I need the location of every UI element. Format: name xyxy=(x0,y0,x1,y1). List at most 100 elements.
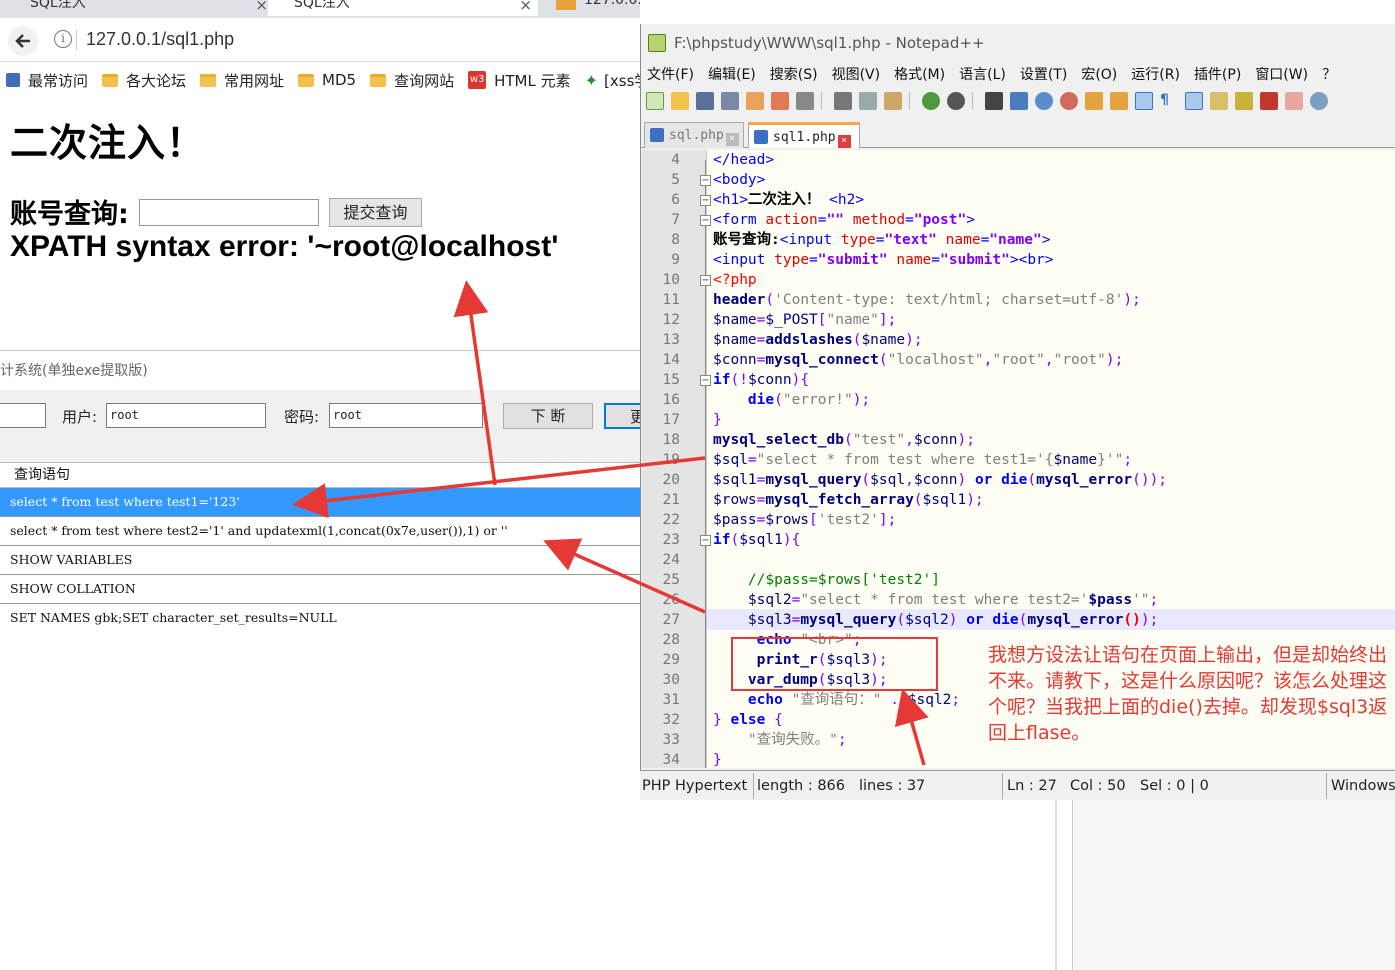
code-line[interactable]: $rows=mysql_fetch_array($sql1); xyxy=(713,490,984,510)
menu-plugins[interactable]: 插件(P) xyxy=(1194,64,1241,86)
code-line[interactable]: $pass=$rows['test2']; xyxy=(713,510,896,530)
bookmark-common-sites[interactable]: 常用网址 xyxy=(200,70,284,91)
code-line[interactable]: if($sql1){ xyxy=(713,530,800,550)
browser-tab[interactable]: 127.0.0.1 / localhost / t... xyxy=(548,0,640,16)
code-line[interactable]: $sql1=mysql_query($sql,$conn) or die(mys… xyxy=(713,470,1167,490)
map-icon[interactable] xyxy=(1235,92,1253,110)
code-line[interactable]: 账号查询:<input type="text" name="name"> xyxy=(713,230,1050,250)
bookmark-query-sites[interactable]: 查询网站 xyxy=(370,70,454,91)
menu-help[interactable]: ？ xyxy=(1322,64,1336,86)
code-line[interactable]: $name=$_POST["name"]; xyxy=(713,310,896,330)
close-icon[interactable]: × xyxy=(519,0,532,14)
account-input[interactable] xyxy=(139,199,319,226)
bookmark-forums[interactable]: 各大论坛 xyxy=(102,70,186,91)
fold-toggle-icon[interactable]: − xyxy=(700,535,711,546)
code-line[interactable]: </head> xyxy=(713,150,774,170)
code-line[interactable]: $sql2="select * from test where test2='$… xyxy=(713,590,1158,610)
close-icon[interactable]: × xyxy=(725,133,739,146)
code-line[interactable]: <h1>二次注入！ <h2> xyxy=(713,190,864,210)
table-row[interactable]: select * from test where test2='1' and u… xyxy=(0,517,641,546)
paste-icon[interactable] xyxy=(884,92,902,110)
code-line[interactable]: <form action="" method="post"> xyxy=(713,210,975,230)
user-field[interactable]: root xyxy=(106,403,266,428)
code-line[interactable]: echo "查询语句：" . $sql2; xyxy=(713,690,960,710)
zoom-in-icon[interactable] xyxy=(1035,92,1053,110)
close-icon[interactable]: × xyxy=(255,0,268,14)
tab-sql-php[interactable]: sql.php × xyxy=(644,122,744,148)
find-icon[interactable] xyxy=(985,92,1003,110)
menu-view[interactable]: 视图(V) xyxy=(832,64,881,86)
close-all-icon[interactable] xyxy=(771,92,789,110)
lang-icon[interactable] xyxy=(1210,92,1228,110)
code-line[interactable]: } else { xyxy=(713,710,783,730)
browser-tab[interactable]: SQL注入 × xyxy=(4,0,274,16)
save-icon[interactable] xyxy=(696,92,714,110)
code-line[interactable]: <input type="submit" name="submit"><br> xyxy=(713,250,1054,270)
folder-workspace-icon[interactable] xyxy=(1285,92,1303,110)
table-row[interactable]: SET NAMES gbk;SET character_set_results=… xyxy=(0,604,641,633)
menu-language[interactable]: 语言(L) xyxy=(959,64,1006,86)
code-line[interactable]: $sql3=mysql_query($sql2) or die(mysql_er… xyxy=(713,610,1158,630)
table-row[interactable]: select * from test where test1='123' xyxy=(0,488,641,517)
print-icon[interactable] xyxy=(796,92,814,110)
menu-file[interactable]: 文件(F) xyxy=(647,64,694,86)
back-button[interactable] xyxy=(8,26,38,56)
menu-run[interactable]: 运行(R) xyxy=(1131,64,1180,86)
code-line[interactable]: $name=addslashes($name); xyxy=(713,330,923,350)
tab-sql1-php[interactable]: sql1.php × xyxy=(748,122,860,148)
fold-toggle-icon[interactable]: − xyxy=(700,195,711,206)
code-line[interactable]: $conn=mysql_connect("localhost","root","… xyxy=(713,350,1123,370)
new-file-icon[interactable] xyxy=(646,92,664,110)
grid-header[interactable]: 查询语句 xyxy=(0,463,641,488)
bookmark-html-elements[interactable]: w3 HTML 元素 xyxy=(468,70,571,91)
undo-icon[interactable] xyxy=(922,92,940,110)
function-list-icon[interactable] xyxy=(1260,92,1278,110)
close-file-icon[interactable] xyxy=(746,92,764,110)
code-line[interactable]: die("error!"); xyxy=(713,390,870,410)
host-field[interactable] xyxy=(0,403,46,428)
code-line[interactable]: $sql="select * from test where test1='{$… xyxy=(713,450,1132,470)
menu-edit[interactable]: 编辑(E) xyxy=(708,64,756,86)
code-line[interactable]: if(!$conn){ xyxy=(713,370,809,390)
wrap-icon[interactable] xyxy=(1135,92,1153,110)
menu-macro[interactable]: 宏(O) xyxy=(1081,64,1117,86)
monitor-icon[interactable] xyxy=(1310,92,1328,110)
bookmark-xss[interactable]: ✦ [xss学习 xyxy=(585,70,640,91)
table-row[interactable]: SHOW VARIABLES xyxy=(0,546,641,575)
code-line[interactable]: mysql_select_db("test",$conn); xyxy=(713,430,975,450)
menu-format[interactable]: 格式(M) xyxy=(894,64,945,86)
url-input[interactable]: 127.0.0.1/sql1.php xyxy=(86,29,234,50)
sync-h-icon[interactable] xyxy=(1110,92,1128,110)
copy-icon[interactable] xyxy=(859,92,877,110)
replace-icon[interactable] xyxy=(1010,92,1028,110)
indent-guide-icon[interactable] xyxy=(1185,92,1203,110)
password-field[interactable]: root xyxy=(329,403,483,428)
sync-v-icon[interactable] xyxy=(1085,92,1103,110)
cut-icon[interactable] xyxy=(834,92,852,110)
fold-toggle-icon[interactable]: − xyxy=(700,175,711,186)
code-line[interactable]: header('Content-type: text/html; charset… xyxy=(713,290,1141,310)
code-line[interactable]: <body> xyxy=(713,170,765,190)
info-icon[interactable]: i xyxy=(54,30,72,48)
bookmark-md5[interactable]: MD5 xyxy=(298,71,356,89)
menu-search[interactable]: 搜索(S) xyxy=(770,64,818,86)
fold-toggle-icon[interactable]: − xyxy=(700,215,711,226)
fold-toggle-icon[interactable]: − xyxy=(700,375,711,386)
code-line[interactable]: } xyxy=(713,750,722,770)
code-line[interactable]: "查询失败。"; xyxy=(713,730,847,750)
menu-window[interactable]: 窗口(W) xyxy=(1255,64,1308,86)
open-file-icon[interactable] xyxy=(671,92,689,110)
bookmark-most-visited[interactable]: 最常访问 xyxy=(6,70,88,91)
pilcrow-icon[interactable]: ¶ xyxy=(1160,92,1178,110)
table-row[interactable]: SHOW COLLATION xyxy=(0,575,641,604)
zoom-out-icon[interactable] xyxy=(1060,92,1078,110)
break-button[interactable]: 下 断 xyxy=(503,403,593,429)
menu-settings[interactable]: 设置(T) xyxy=(1020,64,1067,86)
code-line[interactable]: } xyxy=(713,410,722,430)
code-line[interactable]: //$pass=$rows['test2'] xyxy=(713,570,940,590)
close-icon[interactable]: × xyxy=(837,135,851,148)
submit-button[interactable]: 提交查询 xyxy=(329,198,422,227)
browser-tab-active[interactable]: SQL注入 × xyxy=(268,0,538,16)
save-all-icon[interactable] xyxy=(721,92,739,110)
code-line[interactable]: <?php xyxy=(713,270,757,290)
